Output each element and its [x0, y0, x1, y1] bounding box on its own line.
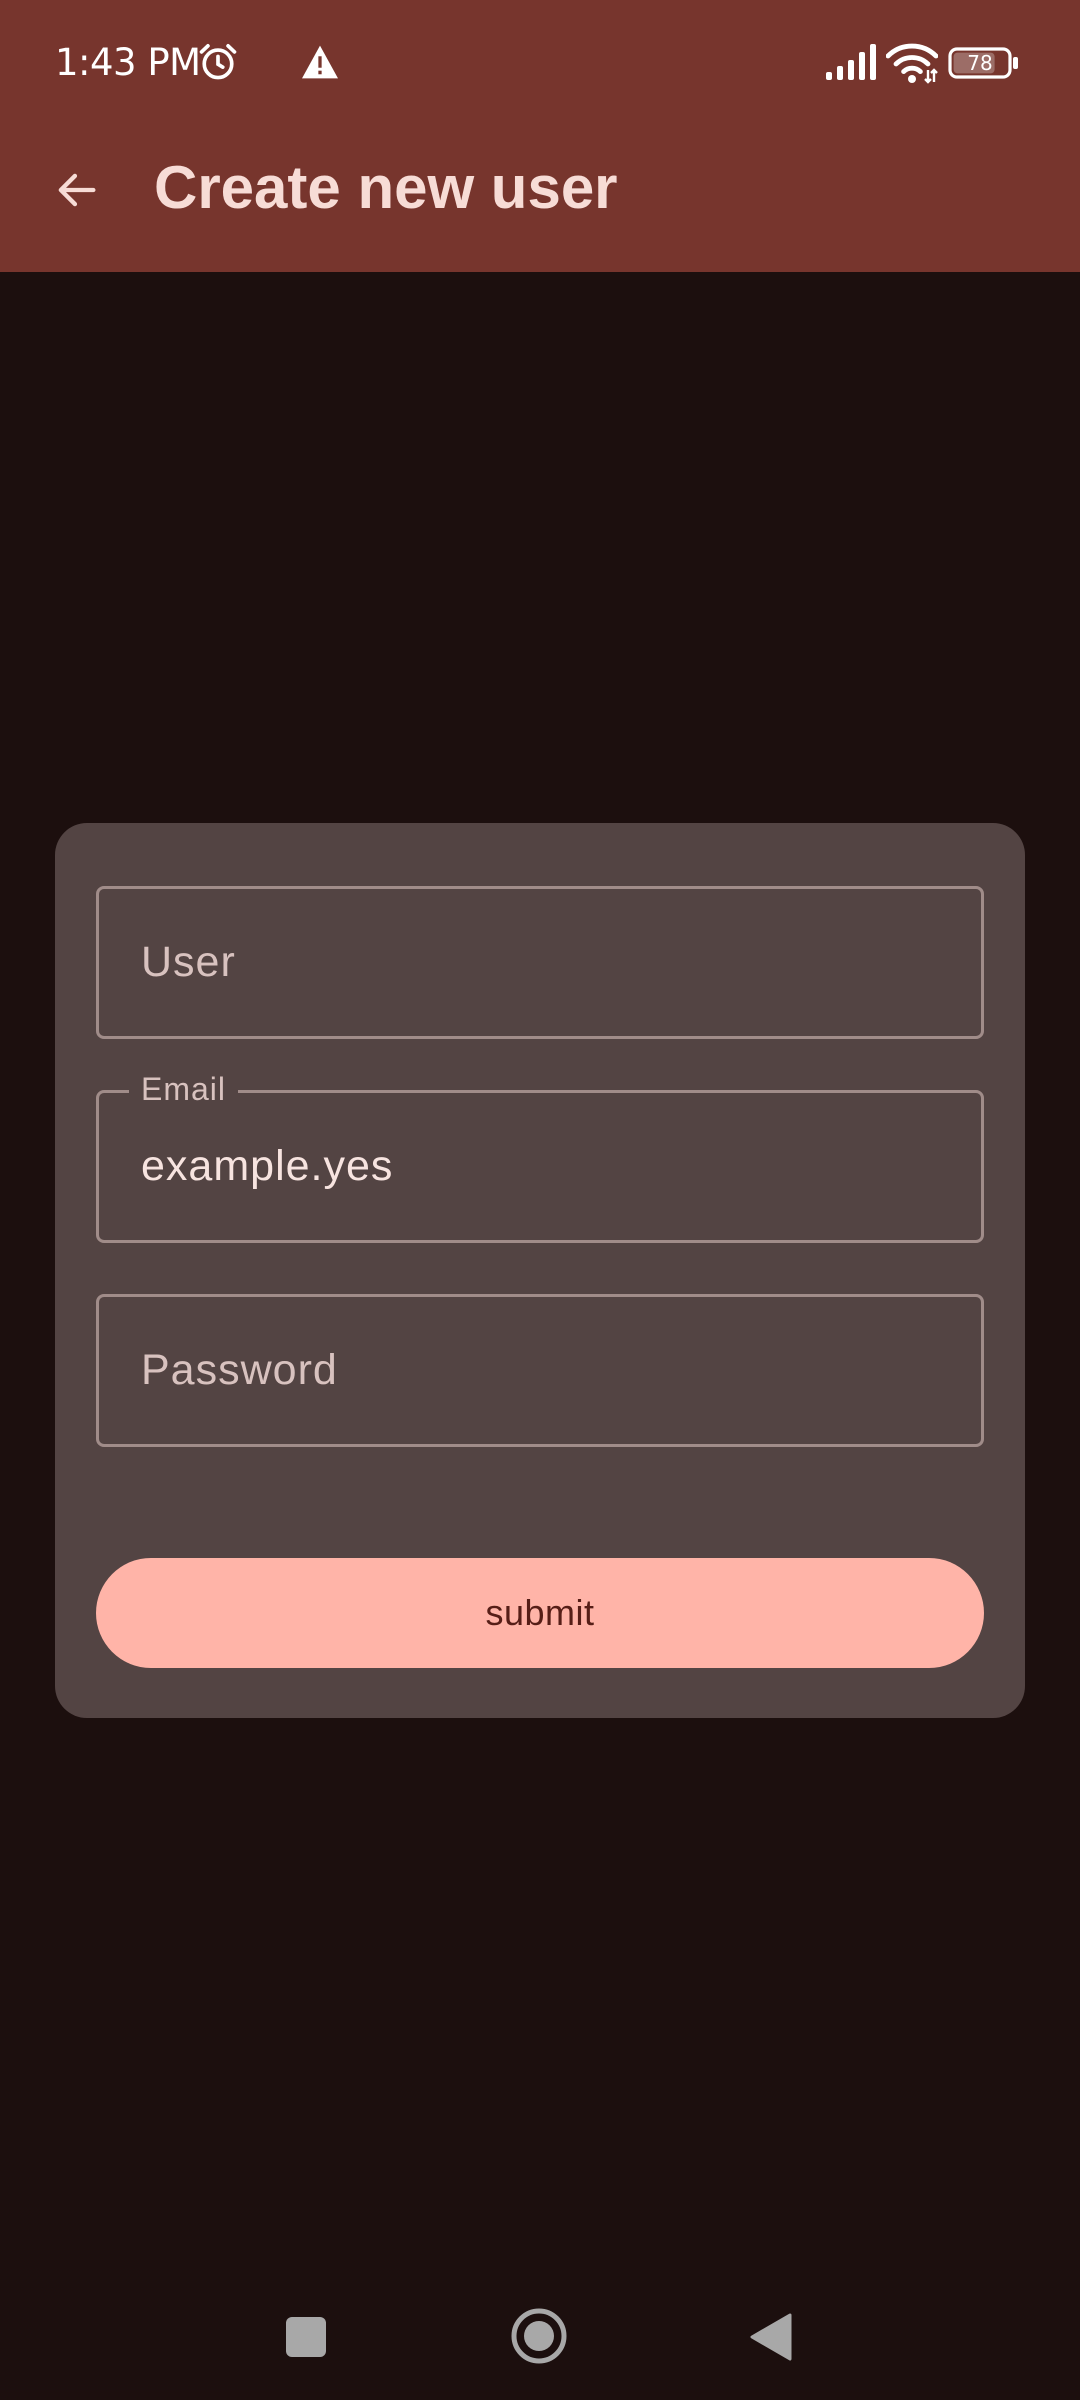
navigation-bar: [0, 2280, 1080, 2400]
signal-icon: [826, 44, 876, 80]
page-title: Create new user: [154, 154, 618, 221]
create-user-form: Email submit: [55, 823, 1025, 1718]
back-icon[interactable]: [750, 2313, 792, 2361]
recents-icon[interactable]: [286, 2317, 326, 2357]
email-field[interactable]: Email: [96, 1069, 984, 1243]
battery-level: 78: [967, 51, 993, 75]
warning-icon: [302, 45, 338, 79]
status-bar: 1:43 PM 78: [0, 0, 1080, 126]
screen: 1:43 PM 78 Create new user User Email ex…: [0, 0, 1080, 2400]
password-input[interactable]: [99, 1297, 981, 1444]
alarm-icon: [199, 44, 237, 80]
wifi-icon: [886, 43, 938, 84]
status-time: 1:43 PM: [55, 41, 201, 84]
header: 1:43 PM 78 Create new user: [0, 0, 1080, 272]
password-field[interactable]: [96, 1294, 984, 1447]
app-bar: Create new user: [0, 126, 1080, 272]
arrow-left-icon: [58, 173, 96, 207]
user-input[interactable]: [99, 889, 981, 1036]
home-icon[interactable]: [510, 2307, 568, 2365]
email-input[interactable]: [99, 1093, 981, 1240]
submit-button[interactable]: submit: [96, 1558, 984, 1668]
user-field[interactable]: [96, 886, 984, 1039]
back-button[interactable]: [40, 154, 112, 226]
